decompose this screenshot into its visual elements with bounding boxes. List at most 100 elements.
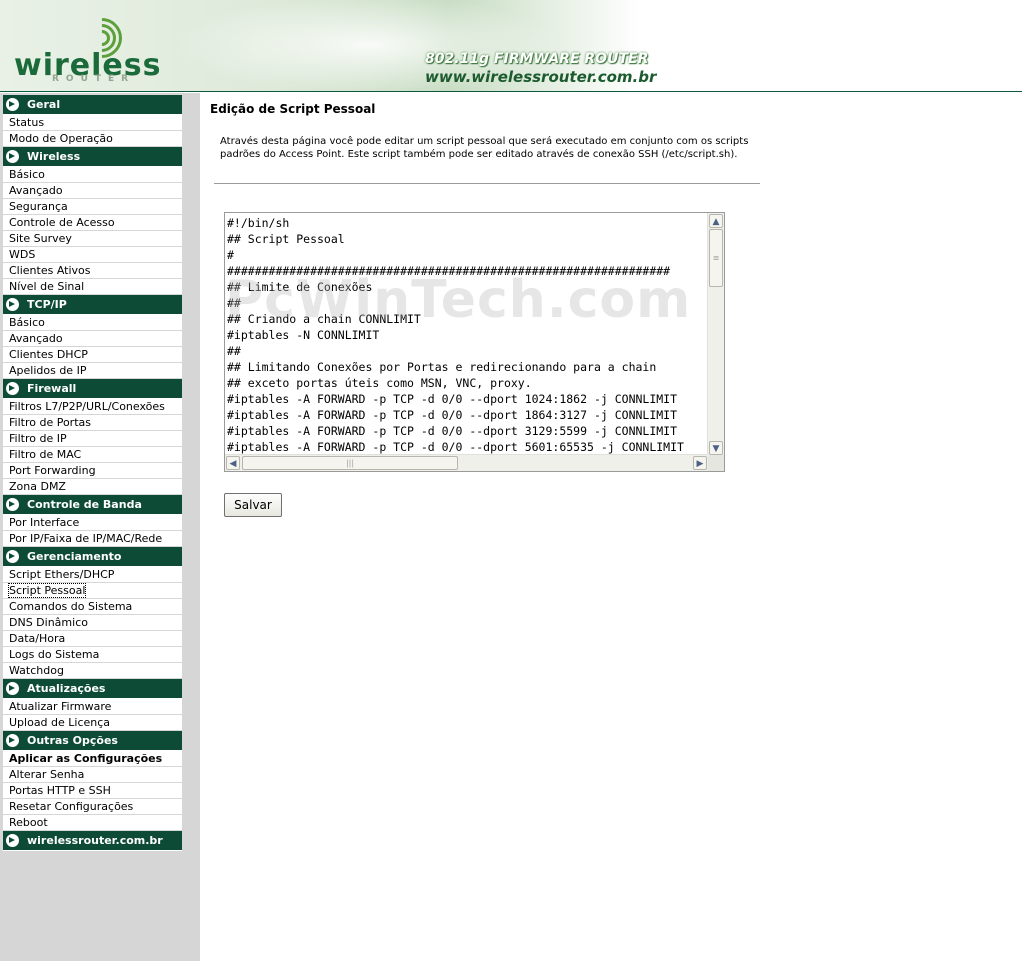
sidebar-item[interactable]: Resetar Configurações: [3, 799, 182, 815]
sidebar-section-header[interactable]: wirelessrouter.com.br: [3, 831, 182, 851]
sidebar-item[interactable]: Controle de Acesso: [3, 215, 182, 231]
sidebar-item[interactable]: Watchdog: [3, 663, 182, 679]
sidebar-item-label: Modo de Operação: [9, 132, 113, 145]
arrow-circle-icon: [6, 834, 19, 847]
sidebar-item-label: Aplicar as Configurações: [9, 752, 163, 765]
sidebar-item[interactable]: Zona DMZ: [3, 479, 182, 495]
sidebar-item-label: Avançado: [9, 332, 63, 345]
sidebar-item[interactable]: Data/Hora: [3, 631, 182, 647]
sidebar-item[interactable]: Upload de Licença: [3, 715, 182, 731]
sidebar-item-label: Clientes Ativos: [9, 264, 91, 277]
sidebar-section-header[interactable]: Outras Opções: [3, 731, 182, 751]
script-line: #iptables -A FORWARD -p TCP -d 0/0 --dpo…: [227, 392, 678, 406]
sidebar-section-title: TCP/IP: [27, 298, 67, 311]
script-line: ########################################…: [227, 264, 671, 278]
sidebar-item[interactable]: Filtro de MAC: [3, 447, 182, 463]
sidebar-item-label: Filtros L7/P2P/URL/Conexões: [9, 400, 165, 413]
sidebar-section-title: Controle de Banda: [27, 498, 142, 511]
sidebar-item[interactable]: Por Interface: [3, 515, 182, 531]
scrollbar-corner: [708, 455, 724, 471]
sidebar-item[interactable]: Nível de Sinal: [3, 279, 182, 295]
sidebar-item[interactable]: Portas HTTP e SSH: [3, 783, 182, 799]
script-line: #iptables -N CONNLIMIT: [227, 328, 380, 342]
sidebar-section-title: Wireless: [27, 150, 81, 163]
sidebar-item-label: Filtro de MAC: [9, 448, 82, 461]
horizontal-scroll-thumb[interactable]: |||: [242, 456, 458, 470]
script-line: #iptables -A FORWARD -p TCP -d 0/0 --dpo…: [227, 440, 684, 454]
sidebar-section-header[interactable]: Wireless: [3, 147, 182, 167]
sidebar-item[interactable]: Modo de Operação: [3, 131, 182, 147]
script-line: ## Script Pessoal: [227, 232, 345, 246]
sidebar-item[interactable]: Avançado: [3, 331, 182, 347]
scroll-left-icon[interactable]: ◀: [226, 456, 240, 470]
sidebar-item[interactable]: Básico: [3, 315, 182, 331]
sidebar-item[interactable]: Script Pessoal: [3, 583, 182, 599]
sidebar-item[interactable]: Atualizar Firmware: [3, 699, 182, 715]
sidebar-item[interactable]: Filtros L7/P2P/URL/Conexões: [3, 399, 182, 415]
script-textarea[interactable]: #!/bin/sh ## Script Pessoal # #############…: [224, 212, 725, 472]
sidebar-section-title: Firewall: [27, 382, 77, 395]
arrow-circle-icon: [6, 550, 19, 563]
sidebar-section-title: Gerenciamento: [27, 550, 122, 563]
sidebar-item-label: Básico: [9, 316, 45, 329]
sidebar-item-label: Controle de Acesso: [9, 216, 115, 229]
sidebar-item[interactable]: Alterar Senha: [3, 767, 182, 783]
sidebar-item-label: Status: [9, 116, 45, 129]
scroll-up-icon[interactable]: ▲: [709, 214, 723, 228]
sidebar-item[interactable]: Comandos do Sistema: [3, 599, 182, 615]
sidebar-item[interactable]: Avançado: [3, 183, 182, 199]
sidebar-item[interactable]: Apelidos de IP: [3, 363, 182, 379]
scroll-right-icon[interactable]: ▶: [693, 456, 707, 470]
sidebar-item[interactable]: WDS: [3, 247, 182, 263]
sidebar-item-label: Site Survey: [9, 232, 72, 245]
sidebar-item[interactable]: Script Ethers/DHCP: [3, 567, 182, 583]
sidebar-item-label: Script Ethers/DHCP: [9, 568, 115, 581]
sidebar-section-header[interactable]: Controle de Banda: [3, 495, 182, 515]
sidebar-item[interactable]: Por IP/Faixa de IP/MAC/Rede: [3, 531, 182, 547]
sidebar-item[interactable]: Site Survey: [3, 231, 182, 247]
sidebar-item-label: Por IP/Faixa de IP/MAC/Rede: [9, 532, 163, 545]
vertical-scrollbar[interactable]: ▲ ≡ ▼: [707, 213, 724, 456]
sidebar-section-header[interactable]: Firewall: [3, 379, 182, 399]
sidebar-item[interactable]: Reboot: [3, 815, 182, 831]
script-text[interactable]: #!/bin/sh ## Script Pessoal # #############…: [227, 215, 708, 455]
sidebar-item[interactable]: Básico: [3, 167, 182, 183]
sidebar-item[interactable]: Filtro de Portas: [3, 415, 182, 431]
sidebar-item[interactable]: Clientes Ativos: [3, 263, 182, 279]
page-header: wireless ROUTER 802.11g FIRMWARE ROUTER …: [0, 0, 1022, 92]
sidebar-section-header[interactable]: Geral: [3, 95, 182, 115]
vertical-scroll-thumb[interactable]: ≡: [709, 229, 723, 287]
sidebar-section-header[interactable]: Atualizações: [3, 679, 182, 699]
sidebar-item[interactable]: Port Forwarding: [3, 463, 182, 479]
page-description: Através desta página você pode editar um…: [220, 136, 749, 160]
sidebar-item[interactable]: Clientes DHCP: [3, 347, 182, 363]
script-line: ##: [227, 344, 241, 358]
divider: [214, 183, 760, 184]
sidebar-item[interactable]: Aplicar as Configurações: [3, 751, 182, 767]
firmware-label: 802.11g FIRMWARE ROUTER: [425, 51, 649, 67]
site-url-label: www.wirelessrouter.com.br: [425, 68, 657, 86]
horizontal-scrollbar[interactable]: ◀ ||| ▶: [225, 454, 708, 471]
sidebar-item-label: Script Pessoal: [7, 583, 87, 598]
script-line: ##: [227, 296, 241, 310]
sidebar-section-header[interactable]: Gerenciamento: [3, 547, 182, 567]
arrow-circle-icon: [6, 150, 19, 163]
sidebar-item-label: Alterar Senha: [9, 768, 85, 781]
sidebar-item[interactable]: DNS Dinâmico: [3, 615, 182, 631]
main-content: Edição de Script Pessoal Através desta p…: [200, 93, 1022, 961]
script-line: ## Criando a chain CONNLIMIT: [227, 312, 421, 326]
sidebar-item-label: Data/Hora: [9, 632, 66, 645]
save-button[interactable]: Salvar: [224, 493, 282, 517]
sidebar-item-label: Resetar Configurações: [9, 800, 134, 813]
sidebar-section-header[interactable]: TCP/IP: [3, 295, 182, 315]
sidebar-item[interactable]: Filtro de IP: [3, 431, 182, 447]
sidebar-section-title: wirelessrouter.com.br: [27, 834, 163, 847]
logo-subtitle: ROUTER: [52, 74, 136, 84]
script-line: #!/bin/sh: [227, 216, 290, 230]
sidebar-item-label: Upload de Licença: [9, 716, 111, 729]
sidebar-item[interactable]: Status: [3, 115, 182, 131]
sidebar-item[interactable]: Segurança: [3, 199, 182, 215]
script-line: #: [227, 248, 234, 262]
scroll-down-icon[interactable]: ▼: [709, 441, 723, 455]
sidebar-item[interactable]: Logs do Sistema: [3, 647, 182, 663]
